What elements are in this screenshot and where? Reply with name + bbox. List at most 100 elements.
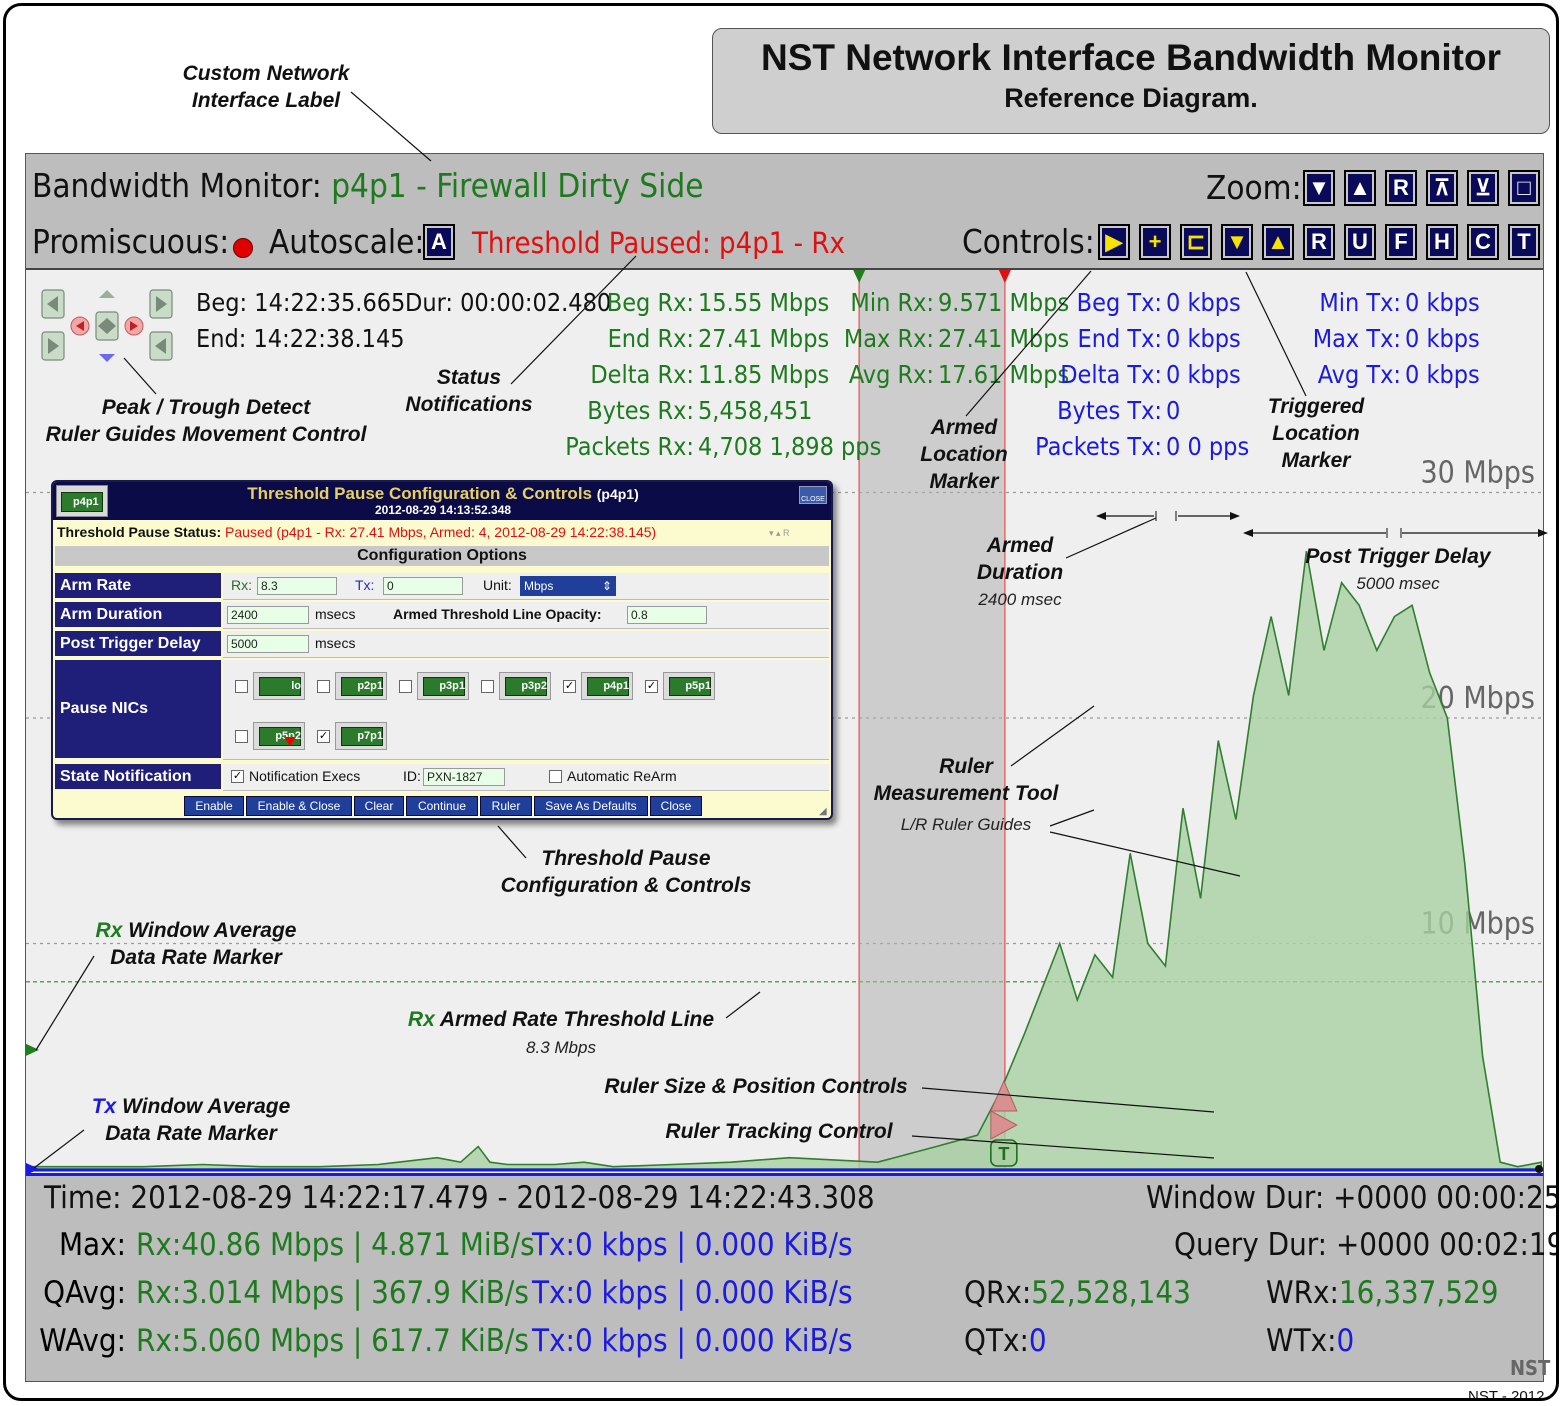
- resize-grip-icon[interactable]: ◢: [819, 806, 827, 817]
- qavg-label: QAvg:: [43, 1275, 126, 1311]
- diagram-title-box: NST Network Interface Bandwidth Monitor …: [712, 28, 1550, 134]
- arm-duration-row: 2400 msecs Armed Threshold Line Opacity:…: [223, 602, 829, 629]
- annotation-status-notifications: Status Notifications: [405, 366, 533, 416]
- automatic-rearm-checkbox[interactable]: [549, 770, 562, 783]
- dialog-titlebar[interactable]: p4p1 Threshold Pause Configuration & Con…: [53, 482, 831, 520]
- arm-rate-rx-input[interactable]: 8.3: [257, 577, 337, 595]
- scroll-down-button[interactable]: ▼: [1221, 224, 1253, 260]
- rx-window-average-marker: [26, 1043, 39, 1056]
- clear-button[interactable]: Clear: [354, 796, 404, 816]
- arm-duration-input[interactable]: 2400: [227, 606, 309, 624]
- wavg-rx: Rx:5.060 Mbps | 617.7 KiB/s: [136, 1323, 529, 1359]
- tx-stat-values: 0 kbps 0 kbps 0 kbps 0 0 0 pps: [1166, 288, 1250, 461]
- nic-icon-p5p2[interactable]: p5p2: [253, 722, 305, 750]
- autoscale-button[interactable]: A: [423, 224, 455, 260]
- nic-checkbox-p4p1[interactable]: ✓: [563, 680, 576, 693]
- annotation-tx-window-average: Tx Window Average Data Rate Marker: [91, 1095, 291, 1145]
- config-section-header: Configuration Options: [55, 546, 829, 566]
- armed-duration-value: 2400 msec: [978, 590, 1062, 609]
- nic-icon-p3p2[interactable]: p3p2: [499, 672, 551, 700]
- nic-checkbox-p5p2[interactable]: [235, 730, 248, 743]
- zoom-reset-button[interactable]: R: [1385, 170, 1417, 206]
- enable-button[interactable]: Enable: [184, 796, 244, 816]
- dialog-close-icon[interactable]: CLOSE: [799, 486, 827, 504]
- rx-armed-value: 8.3 Mbps: [526, 1038, 596, 1057]
- trough-detect-icon: [99, 354, 115, 362]
- opacity-input[interactable]: 0.8: [627, 606, 707, 624]
- continue-button[interactable]: Continue: [406, 796, 478, 816]
- nic-icon-p3p1[interactable]: p3p1: [417, 672, 469, 700]
- window-duration: Window Dur: +0000 00:00:25: [1146, 1180, 1559, 1216]
- wavg-tx: Tx:0 kbps | 0.000 KiB/s: [532, 1323, 853, 1359]
- zoom-in-y-button[interactable]: ▲: [1344, 170, 1376, 206]
- interface-label[interactable]: p4p1 - Firewall Dirty Side: [331, 166, 703, 205]
- notification-execs-checkbox[interactable]: ✓: [231, 770, 244, 783]
- max-label: Max:: [58, 1227, 126, 1263]
- threshold-button[interactable]: T: [1508, 224, 1540, 260]
- play-button[interactable]: ▶: [1098, 224, 1130, 260]
- arm-duration-label: Arm Duration: [55, 602, 221, 627]
- notification-id-input[interactable]: PXN-1827: [423, 768, 505, 786]
- state-notification-row: ✓ Notification Execs ID: PXN-1827 Automa…: [223, 764, 829, 791]
- y-tick-label: 30 Mbps: [1420, 456, 1535, 491]
- update-button[interactable]: U: [1344, 224, 1376, 260]
- threshold-status: Threshold Paused: p4p1 - Rx: [472, 226, 845, 260]
- enable-close-button[interactable]: Enable & Close: [246, 796, 352, 816]
- zoom-top-button[interactable]: ⊼: [1426, 170, 1458, 206]
- nic-icon-p7p1[interactable]: p7p1: [335, 722, 387, 750]
- qavg-tx: Tx:0 kbps | 0.000 KiB/s: [532, 1275, 853, 1311]
- nic-icon-p5p1[interactable]: p5p1: [663, 672, 715, 700]
- nic-checkbox-p5p1[interactable]: ✓: [645, 680, 658, 693]
- ruler-dialog-button[interactable]: Ruler: [480, 796, 532, 816]
- nic-checkbox-p7p1[interactable]: ✓: [317, 730, 330, 743]
- nic-icon-p2p1[interactable]: p2p1: [335, 672, 387, 700]
- ruler-end: End: 14:22:38.145: [196, 324, 405, 353]
- nic-icon-p4p1[interactable]: p4p1: [581, 672, 633, 700]
- unit-select[interactable]: Mbps ⇕: [520, 576, 616, 596]
- peak-trough-ruler-control[interactable]: [38, 288, 178, 368]
- reset-button[interactable]: R: [1303, 224, 1335, 260]
- annotation-post-trigger: Post Trigger Delay: [1305, 545, 1491, 568]
- scroll-up-button[interactable]: ▲: [1262, 224, 1294, 260]
- annotation-rx-window-average: Rx Window Average Data Rate Marker: [95, 919, 297, 969]
- config-button[interactable]: C: [1467, 224, 1499, 260]
- tx-minmax-values: 0 kbps 0 kbps 0 kbps: [1405, 288, 1480, 389]
- series-end-dot: [1535, 1165, 1543, 1173]
- annotation-ruler-tool: Ruler Measurement Tool: [873, 755, 1059, 805]
- freeze-button[interactable]: F: [1385, 224, 1417, 260]
- nst-logo: NST: [1510, 1356, 1551, 1380]
- max-rx: Rx:40.86 Mbps | 4.871 MiB/s: [136, 1227, 535, 1263]
- annotation-armed-location: Armed Location Marker: [920, 416, 1008, 493]
- query-rx-bytes: QRx:52,528,143: [964, 1275, 1191, 1311]
- annotation-triggered-location: Triggered Location Marker: [1267, 395, 1365, 472]
- window-rx-bytes: WRx:16,337,529: [1266, 1275, 1499, 1311]
- nic-checkbox-p3p2[interactable]: [481, 680, 494, 693]
- zoom-bottom-button[interactable]: ⊻: [1467, 170, 1499, 206]
- window-tx-bytes: WTx:0: [1266, 1323, 1355, 1359]
- ruler-button[interactable]: ⊏: [1180, 224, 1212, 260]
- tx-minmax-labels: Min Tx: Max Tx: Avg Tx:: [1312, 288, 1401, 389]
- annotation-ruler-tracking: Ruler Tracking Control: [665, 1120, 893, 1143]
- wavg-label: WAvg:: [39, 1323, 126, 1359]
- rx-minmax-labels: Min Rx: Max Rx: Avg Rx:: [843, 288, 934, 389]
- status-scroll-icons[interactable]: ▾ ▴ R: [769, 528, 790, 539]
- zoom-fit-button[interactable]: □: [1508, 170, 1540, 206]
- lr-ruler-guides-label: L/R Ruler Guides: [900, 815, 1032, 834]
- save-defaults-button[interactable]: Save As Defaults: [534, 796, 648, 816]
- post-trigger-input[interactable]: 5000: [227, 635, 309, 653]
- reference-diagram: NST Network Interface Bandwidth Monitor …: [3, 3, 1559, 1401]
- qavg-rx: Rx:3.014 Mbps | 367.9 KiB/s: [136, 1275, 529, 1311]
- close-button[interactable]: Close: [650, 796, 702, 816]
- annotation-rx-armed-line: Rx Armed Rate Threshold Line: [407, 1008, 715, 1031]
- zoom-out-y-button[interactable]: ▼: [1303, 170, 1335, 206]
- arm-rate-tx-input[interactable]: 0: [383, 577, 463, 595]
- arm-rate-row: Rx: 8.3 Tx: 0 Unit: Mbps ⇕: [223, 573, 829, 600]
- nic-icon-lo[interactable]: lo: [253, 672, 305, 700]
- nic-checkbox-p2p1[interactable]: [317, 680, 330, 693]
- nic-checkbox-p3p1[interactable]: [399, 680, 412, 693]
- help-button[interactable]: H: [1426, 224, 1458, 260]
- nic-checkbox-lo[interactable]: [235, 680, 248, 693]
- threshold-pause-dialog[interactable]: p4p1 Threshold Pause Configuration & Con…: [51, 480, 833, 820]
- crosshair-button[interactable]: +: [1139, 224, 1171, 260]
- post-trigger-row: 5000 msecs: [223, 631, 829, 658]
